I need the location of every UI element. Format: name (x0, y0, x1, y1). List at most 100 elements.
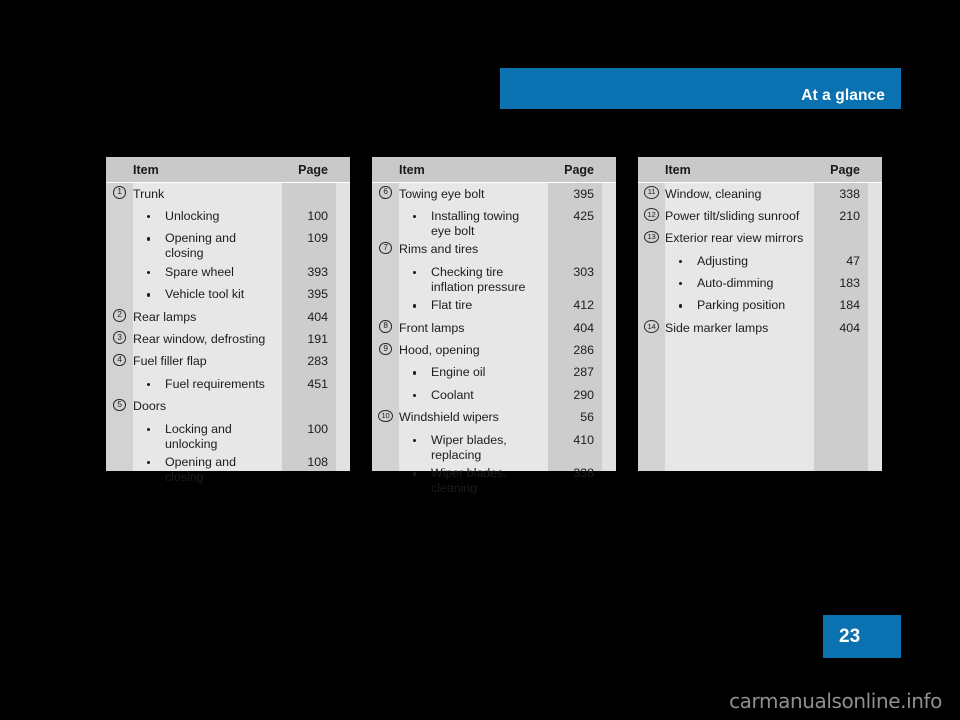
row-label: Vehicle tool kit (133, 284, 282, 303)
circled-number-icon: 4 (113, 353, 126, 367)
row-label: Engine oil (399, 362, 548, 381)
row-marker (106, 228, 133, 231)
table-row[interactable]: Opening and closing 108 (106, 452, 350, 486)
page-number-badge: 23 (823, 615, 901, 658)
row-page-number: 283 (307, 354, 328, 369)
table-row[interactable]: Locking and unlocking 100 (106, 418, 350, 452)
row-label: Coolant (399, 384, 548, 403)
row-marker (106, 205, 133, 208)
row-marker (372, 295, 399, 298)
row-label-text: Doors (133, 399, 167, 414)
row-label-text: Rims and tires (399, 242, 479, 257)
row-label: Side marker lamps (665, 317, 814, 336)
row-page-number: 56 (580, 410, 594, 425)
table-row[interactable]: Adjusting 47 (638, 250, 882, 272)
table-row[interactable]: Parking position 184 (638, 295, 882, 317)
row-label: Trunk (133, 183, 282, 202)
circled-number-icon: 9 (379, 342, 392, 356)
row-label-text: Locking and unlocking (165, 421, 232, 451)
table-row[interactable]: 5 Doors (106, 396, 350, 418)
row-label-text: Trunk (133, 186, 165, 201)
row-page-number: 287 (573, 365, 594, 380)
row-label: Auto-dimming (665, 273, 814, 292)
row-marker: 5 (106, 396, 133, 412)
row-page-number: 191 (307, 331, 328, 346)
table-row[interactable]: 12 Power tilt/sliding sunroof 210 (638, 205, 882, 227)
table-row[interactable]: Coolant 290 (372, 384, 616, 406)
table-row[interactable]: 9 Hood, opening 286 (372, 340, 616, 362)
bullet-icon (679, 282, 683, 286)
table-row[interactable]: Auto-dimming 183 (638, 273, 882, 295)
row-label-text: Parking position (697, 298, 786, 313)
table-row[interactable]: Installing towing eye bolt 425 (372, 205, 616, 239)
row-marker: 14 (638, 317, 665, 333)
row-label-text: Power tilt/sliding sunroof (665, 208, 800, 223)
table-row[interactable]: Wiper blades, cleaning 338 (372, 463, 616, 497)
bullet-icon (413, 214, 417, 219)
circled-number-icon: 14 (644, 320, 659, 333)
row-label-text: Engine oil (431, 365, 486, 380)
row-label-text: Adjusting (697, 253, 748, 268)
table-row[interactable]: Vehicle tool kit 395 (106, 284, 350, 306)
row-page-number: 109 (307, 231, 328, 246)
row-marker: 6 (372, 183, 399, 199)
watermark-text: carmanualsonline.info (729, 689, 942, 713)
row-label: Rims and tires (399, 239, 548, 258)
bullet-icon (147, 270, 151, 275)
row-label: Rear lamps (133, 306, 282, 325)
row-marker (638, 295, 665, 298)
table-row[interactable]: 1 Trunk (106, 183, 350, 205)
circled-number-icon: 13 (644, 230, 659, 244)
row-label-text: Opening and closing (165, 231, 236, 261)
bullet-icon (413, 270, 417, 275)
row-marker (106, 373, 133, 376)
table-row[interactable]: Flat tire 412 (372, 295, 616, 317)
table-row[interactable]: Fuel requirements 451 (106, 373, 350, 395)
row-page-number: 410 (573, 432, 594, 447)
table-row[interactable]: Checking tire inflation pressure 303 (372, 261, 616, 295)
bullet-icon (413, 472, 417, 476)
row-marker: 12 (638, 205, 665, 221)
table-row[interactable]: 6 Towing eye bolt 395 (372, 183, 616, 205)
table-row[interactable]: 8 Front lamps 404 (372, 317, 616, 339)
legend-table-2: Item Page 6 Towing eye bolt 395 Installing to… (372, 157, 616, 495)
row-label: Wiper blades, replacing (399, 429, 548, 463)
table-rows: 1 Trunk Unlocking 100 Opening and closing 109… (106, 183, 350, 485)
table-row[interactable]: Spare wheel 393 (106, 261, 350, 283)
row-label-text: Window, cleaning (665, 186, 762, 201)
circled-number-icon: 11 (644, 186, 659, 199)
row-label: Front lamps (399, 317, 548, 336)
column-header-item: Item (133, 163, 159, 177)
row-marker (372, 362, 399, 365)
table-row[interactable]: Unlocking 100 (106, 205, 350, 227)
circled-number-icon: 2 (113, 309, 126, 322)
table-row[interactable]: 7 Rims and tires (372, 239, 616, 261)
row-page-number: 303 (573, 264, 594, 279)
row-marker: 9 (372, 340, 399, 356)
table-body: 11 Window, cleaning 338 12 Power tilt/slidin… (638, 183, 882, 471)
row-page-number: 47 (846, 253, 860, 268)
table-rows: 6 Towing eye bolt 395 Installing towing eye… (372, 183, 616, 496)
row-marker (106, 418, 133, 421)
row-marker: 7 (372, 239, 399, 255)
table-row[interactable]: 14 Side marker lamps 404 (638, 317, 882, 339)
row-page-number: 100 (307, 208, 328, 223)
table-row[interactable]: 13 Exterior rear view mirrors (638, 228, 882, 250)
table-row[interactable]: 3 Rear window, defrosting 191 (106, 328, 350, 350)
row-label-text: Side marker lamps (665, 320, 769, 335)
row-label: Windshield wipers (399, 407, 548, 426)
table-row[interactable]: 4 Fuel filler flap 283 (106, 351, 350, 373)
table-row[interactable]: 2 Rear lamps 404 (106, 306, 350, 328)
bullet-icon (413, 438, 417, 443)
row-page-number: 404 (307, 309, 328, 324)
table-row[interactable]: Wiper blades, replacing 410 (372, 429, 616, 463)
table-row[interactable]: Opening and closing 109 (106, 228, 350, 262)
row-label: Rear window, defrosting (133, 328, 282, 347)
table-row[interactable]: 11 Window, cleaning 338 (638, 183, 882, 205)
row-label: Towing eye bolt (399, 183, 548, 202)
table-row[interactable]: Engine oil 287 (372, 362, 616, 384)
table-body: 6 Towing eye bolt 395 Installing towing eye… (372, 183, 616, 495)
row-page-number: 404 (573, 320, 594, 335)
table-row[interactable]: 10 Windshield wipers 56 (372, 407, 616, 429)
row-marker (372, 205, 399, 208)
